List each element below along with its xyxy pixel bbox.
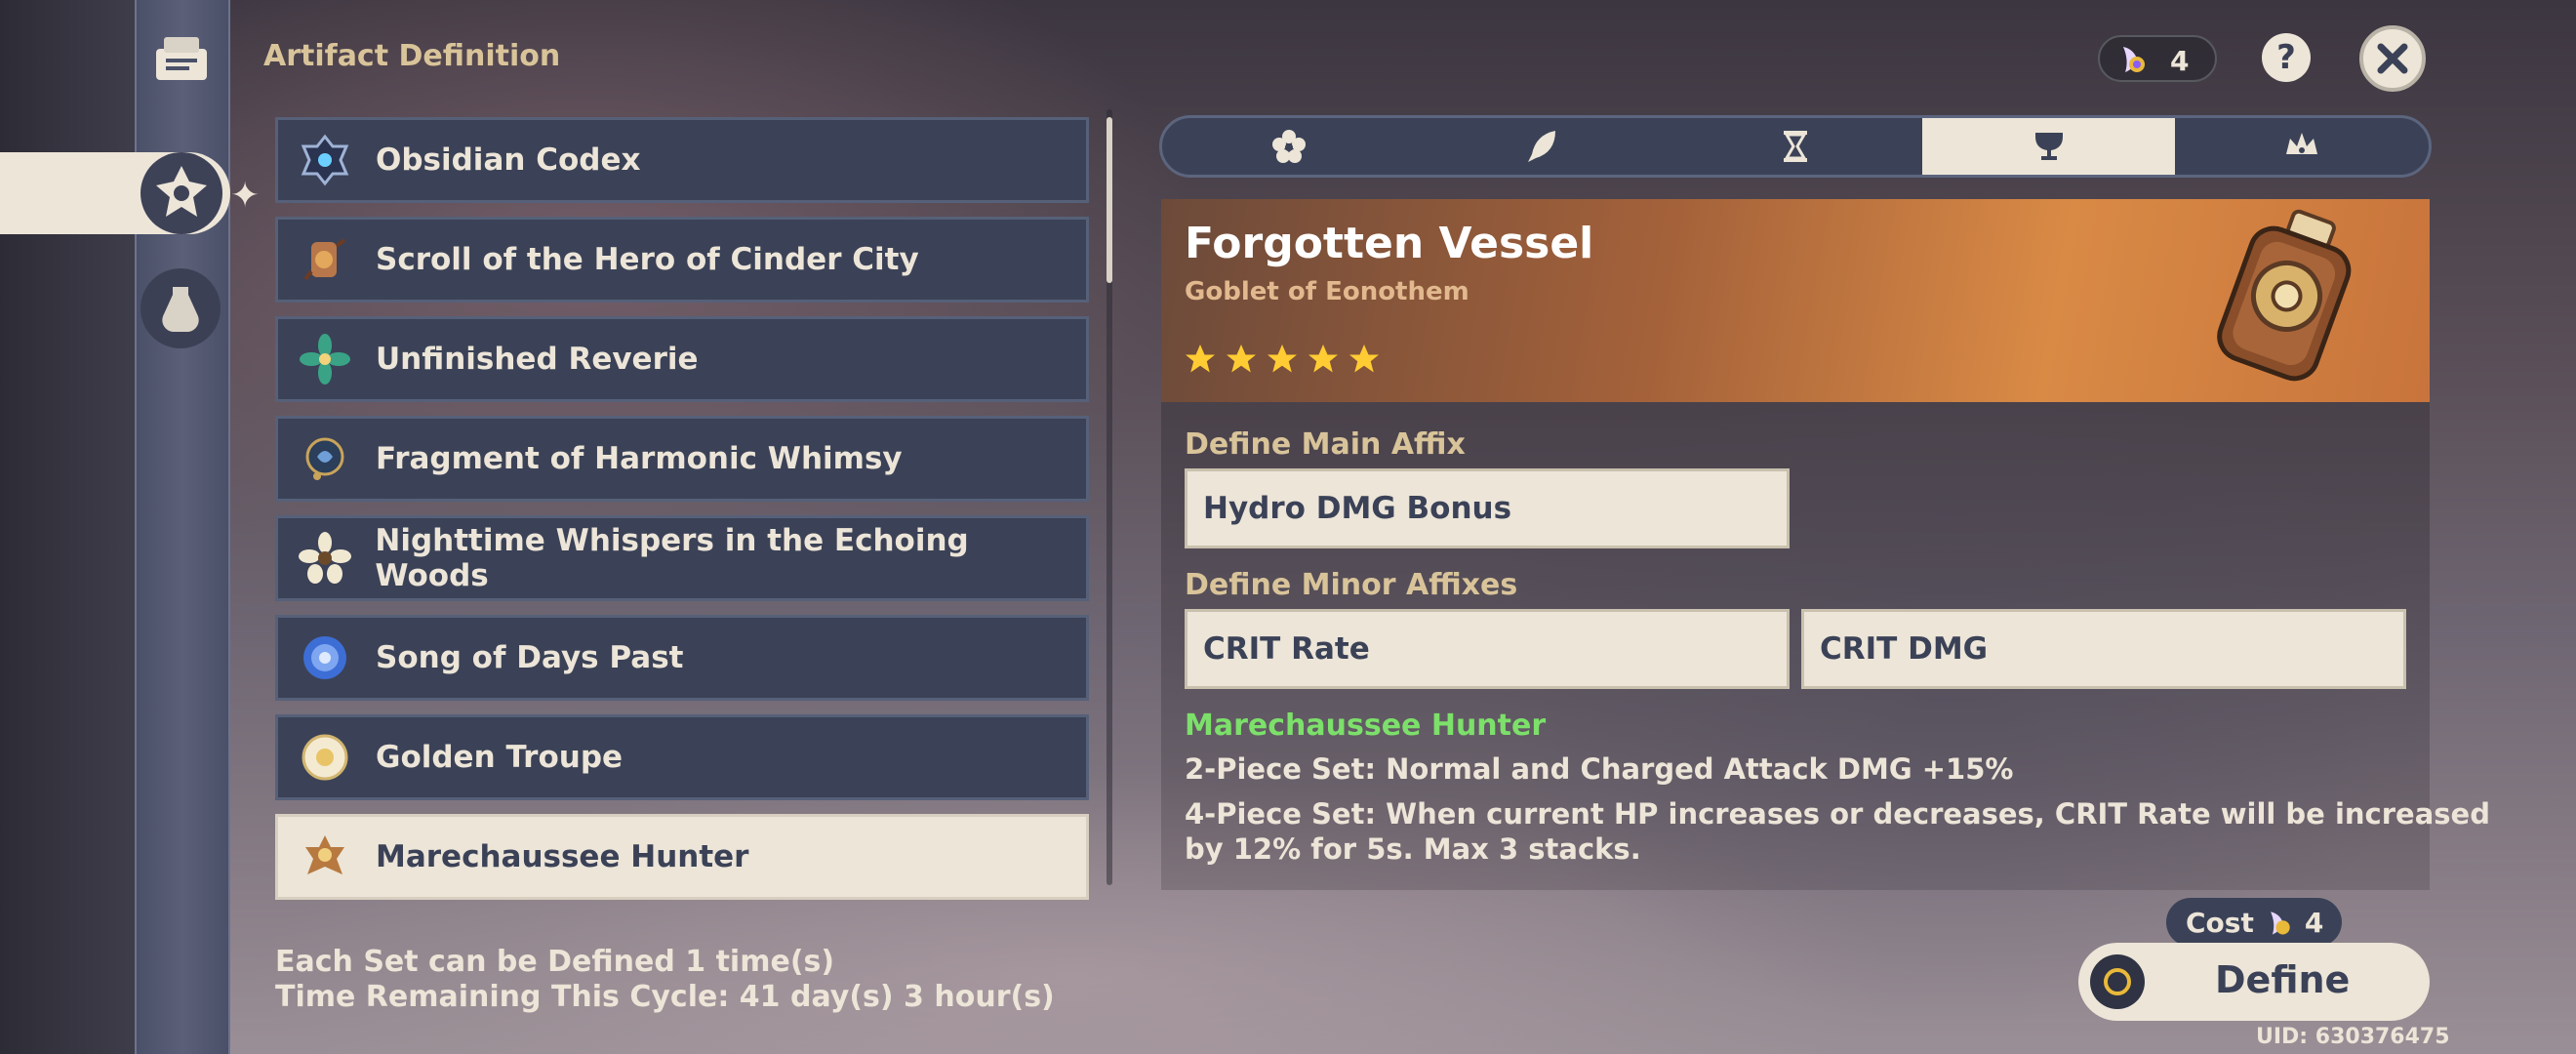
star-icon [1227,345,1256,373]
tab-sands[interactable] [1669,118,1922,175]
golden-troupe-icon [294,726,356,789]
tab-goblet[interactable] [1921,118,2176,175]
set-name: Song of Days Past [376,640,684,675]
set-effect-name: Marechaussee Hunter [1185,709,1547,743]
set-list-scrollbar-thumb[interactable] [1107,117,1112,283]
set-item-scroll-cinder-city[interactable]: Scroll of the Hero of Cinder City [275,217,1089,303]
main-affix-select[interactable]: Hydro DMG Bonus [1185,468,1790,548]
set-item-golden-troupe[interactable]: Golden Troupe [275,714,1089,800]
time-remaining-text: Time Remaining This Cycle: 41 day(s) 3 h… [275,980,1055,1014]
tab-flower[interactable] [1162,118,1416,175]
set-name: Scroll of the Hero of Cinder City [376,242,919,277]
dream-solvent-count: 4 [2170,45,2190,77]
minor-affix-select-2[interactable]: CRIT DMG [1801,609,2406,689]
help-button[interactable]: ? [2262,33,2311,82]
close-icon [2377,43,2408,74]
four-piece-bonus-line1: 4-Piece Set: When current HP increases o… [1185,797,2490,831]
set-item-marechaussee-hunter[interactable]: Marechaussee Hunter [275,814,1089,900]
song-flower-icon [294,627,356,689]
obsidian-codex-icon [294,129,356,191]
player-uid: UID: 630376475 [2256,1025,2450,1049]
dream-solvent-icon [2123,47,2145,72]
dream-solvent-icon [2270,912,2290,935]
cost-indicator: Cost 4 [2166,898,2342,947]
star-icon [1308,345,1338,373]
two-piece-bonus: 2-Piece Set: Normal and Charged Attack D… [1185,752,2014,786]
minor-affix-select-1[interactable]: CRIT Rate [1185,609,1790,689]
artifact-name: Forgotten Vessel [1185,219,1594,268]
rarity-stars [1183,342,1382,377]
set-name: Nighttime Whispers in the Echoing Woods [375,523,969,593]
star-icon [1268,345,1297,373]
scroll-icon [294,228,356,291]
cost-label: Cost [2186,906,2254,939]
set-name: Fragment of Harmonic Whimsy [376,441,903,476]
set-name: Obsidian Codex [376,142,641,178]
cost-value: 4 [2304,906,2324,939]
flower-icon [1271,130,1306,163]
nighttime-flower-icon [294,527,355,589]
define-button-label: Define [2215,958,2351,1001]
artifact-card: Forgotten Vessel Goblet of Eonothem [1161,199,2430,402]
page-title: Artifact Definition [263,39,561,73]
artifact-slot-tabs [1159,115,2432,178]
minor-affixes-label: Define Minor Affixes [1185,568,1518,602]
tab-plume[interactable] [1416,118,1670,175]
define-limit-text: Each Set can be Defined 1 time(s) [275,945,835,979]
tab-circlet[interactable] [2175,118,2429,175]
artifact-definition-icon [156,166,207,217]
tab-artifact-definition[interactable] [141,152,222,234]
set-name: Unfinished Reverie [376,342,699,377]
goblet-icon [2034,133,2063,160]
main-affix-label: Define Main Affix [1185,427,1466,462]
harmonic-whimsy-icon [294,427,356,490]
four-piece-bonus-line2: by 12% for 5s. Max 3 stacks. [1185,832,1641,866]
hourglass-icon [1783,131,1807,162]
star-icon [1349,345,1379,373]
close-button[interactable] [2359,25,2426,92]
set-item-harmonic-whimsy[interactable]: Fragment of Harmonic Whimsy [275,416,1089,502]
set-item-unfinished-reverie[interactable]: Unfinished Reverie [275,316,1089,402]
tab-other-definition[interactable] [141,268,221,348]
artifact-goblet-image [2217,209,2352,382]
circlet-icon [2286,133,2318,154]
flask-icon [162,287,199,332]
artifact-definition-header-icon [146,23,217,94]
sparkle-icon: ✦ [230,176,261,216]
set-name: Marechaussee Hunter [376,839,749,874]
artifact-type: Goblet of Eonothem [1185,277,1469,306]
set-item-nighttime-whispers[interactable]: Nighttime Whispers in the Echoing Woods [275,515,1089,601]
define-button[interactable]: Define [2078,943,2430,1021]
dream-solvent-counter: 4 [2098,35,2217,82]
set-item-song-of-days-past[interactable]: Song of Days Past [275,615,1089,701]
set-item-obsidian-codex[interactable]: Obsidian Codex [275,117,1089,203]
marechaussee-icon [294,826,356,888]
reverie-flower-icon [294,328,356,390]
set-name: Golden Troupe [376,740,624,775]
star-icon [1186,345,1215,373]
confirm-icon [2090,954,2145,1009]
plume-icon [1528,131,1556,162]
